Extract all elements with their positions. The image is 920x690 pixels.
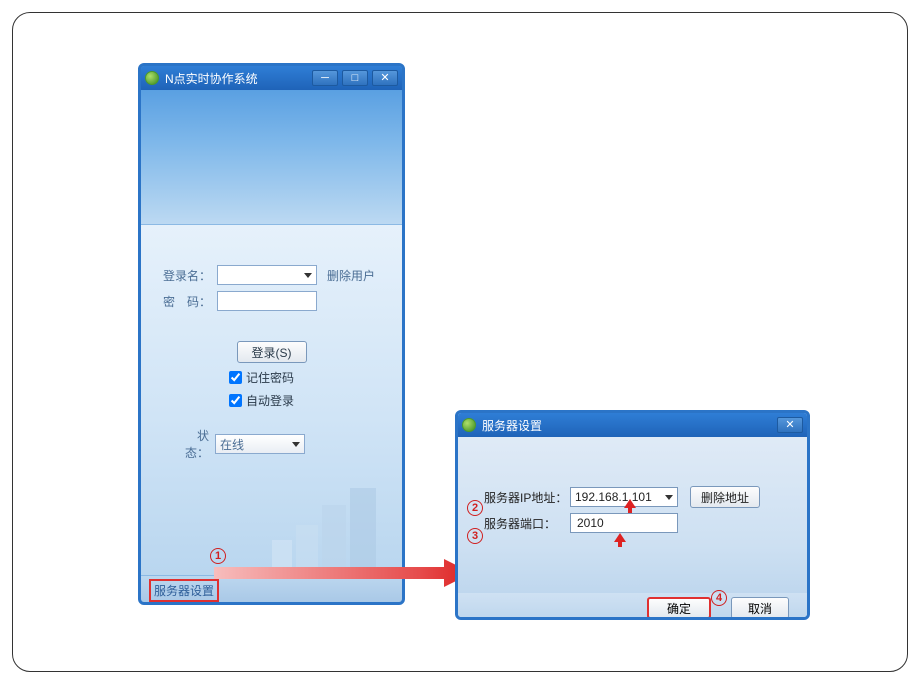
window-controls: ✕ [777,417,803,433]
pointer-arrow-icon [624,499,636,513]
login-titlebar: N点实时协作系统 ─ □ ✕ [141,66,402,90]
auto-login-row: 自动登录 [229,392,402,409]
settings-window: 服务器设置 ✕ 服务器IP地址： 192.168.1.101 删除地址 服务器端… [455,410,810,620]
remember-password-checkbox[interactable] [229,371,242,384]
pointer-arrow-icon [614,533,626,547]
cancel-button[interactable]: 取消 [731,597,789,619]
port-row: 服务器端口： 2010 [484,513,807,533]
auto-login-checkbox[interactable] [229,394,242,407]
status-select[interactable]: 在线 [215,434,305,454]
login-window-title: N点实时协作系统 [165,70,312,87]
status-label: 状 态： [163,427,209,461]
login-footer: 服务器设置 [141,575,402,605]
remember-password-row: 记住密码 [229,369,402,386]
server-settings-link[interactable]: 服务器设置 [149,579,219,602]
app-icon [145,71,159,85]
buildings-decoration [272,480,392,575]
ip-row: 服务器IP地址： 192.168.1.101 删除地址 [484,486,807,508]
annotation-4: 4 [711,590,727,606]
login-window: N点实时协作系统 ─ □ ✕ 登录名： 删除用户 密 码： 登录(S) 记住密码… [138,63,405,605]
chevron-down-icon [292,442,300,447]
port-value: 2010 [577,516,604,530]
settings-footer: 确定 取消 [458,593,807,620]
close-button[interactable]: ✕ [372,70,398,86]
annotation-1: 1 [210,548,226,564]
annotation-3: 3 [467,528,483,544]
port-label: 服务器端口： [484,515,570,532]
delete-address-button[interactable]: 删除地址 [690,486,760,508]
annotation-2: 2 [467,500,483,516]
settings-body: 服务器IP地址： 192.168.1.101 删除地址 服务器端口： 2010 [458,437,807,593]
login-button[interactable]: 登录(S) [237,341,307,363]
password-input[interactable] [217,291,317,311]
auto-login-label: 自动登录 [246,392,294,409]
settings-titlebar: 服务器设置 ✕ [458,413,807,437]
window-controls: ─ □ ✕ [312,70,398,86]
maximize-button[interactable]: □ [342,70,368,86]
username-combo[interactable] [217,265,317,285]
chevron-down-icon [304,273,312,278]
ip-value: 192.168.1.101 [575,490,652,504]
delete-user-link[interactable]: 删除用户 [327,267,375,284]
chevron-down-icon [665,495,673,500]
close-button[interactable]: ✕ [777,417,803,433]
remember-password-label: 记住密码 [246,369,294,386]
login-body: 登录名： 删除用户 密 码： 登录(S) 记住密码 自动登录 状 态： 在线 [141,225,402,575]
ip-label: 服务器IP地址： [484,489,570,506]
login-button-row: 登录(S) [141,341,402,363]
minimize-button[interactable]: ─ [312,70,338,86]
ok-button[interactable]: 确定 [647,597,711,619]
password-row: 密 码： [141,291,402,311]
login-banner [141,90,402,225]
port-input[interactable]: 2010 [570,513,678,533]
app-icon [462,418,476,432]
username-row: 登录名： 删除用户 [141,265,402,285]
password-label: 密 码： [153,293,211,310]
status-row: 状 态： 在线 [163,427,402,461]
settings-window-title: 服务器设置 [482,417,777,434]
status-value: 在线 [220,436,244,453]
username-label: 登录名： [153,267,211,284]
